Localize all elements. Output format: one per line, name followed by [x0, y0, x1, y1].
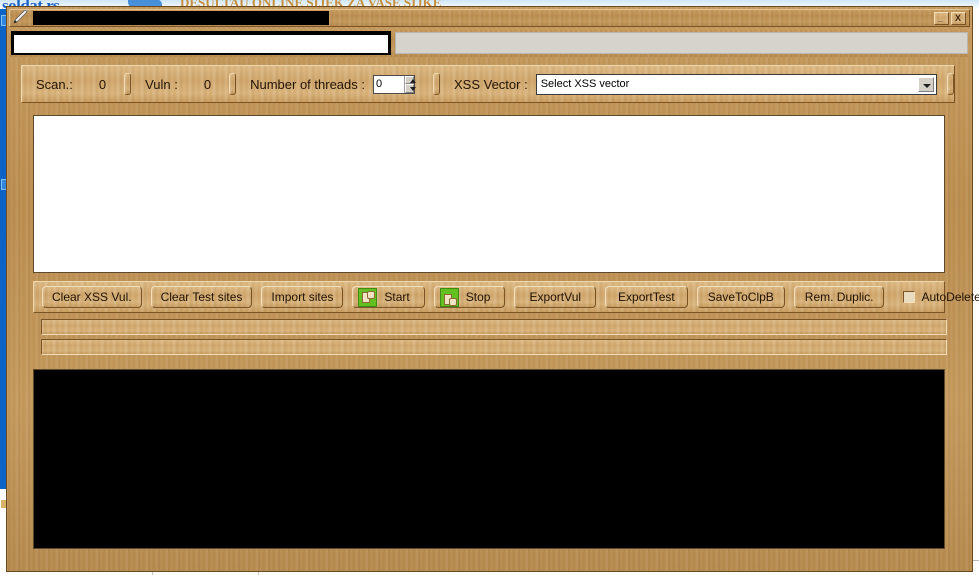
- export-vul-button[interactable]: ExportVul: [514, 286, 597, 308]
- minimize-button[interactable]: _: [934, 11, 949, 25]
- clear-xss-vul-button[interactable]: Clear XSS Vul.: [42, 286, 142, 308]
- xss-vector-selected-value: Select XSS vector: [540, 78, 630, 90]
- export-test-button[interactable]: ExportTest: [605, 286, 688, 308]
- import-sites-button[interactable]: Import sites: [261, 286, 344, 308]
- window-controls: _ X: [934, 11, 969, 25]
- close-icon: X: [955, 12, 962, 23]
- spin-up-icon[interactable]: [404, 75, 416, 84]
- toolbar-separator: [124, 73, 132, 95]
- stop-button[interactable]: Stop: [433, 286, 506, 308]
- save-to-clipboard-button[interactable]: SaveToClpB: [696, 286, 785, 308]
- vuln-label: Vuln :: [145, 76, 178, 92]
- results-list[interactable]: [33, 115, 945, 273]
- address-row: [9, 29, 970, 57]
- autodelete-checkbox-group[interactable]: AutoDelete: [903, 290, 979, 304]
- autodelete-label: AutoDelete: [921, 290, 979, 304]
- toolbar-separator: [229, 73, 237, 95]
- window-title-box: [33, 11, 329, 25]
- thumbs-up-icon: [358, 287, 378, 307]
- address-frame: [11, 31, 391, 55]
- scan-value: 0: [98, 76, 107, 92]
- button-label: Clear XSS Vul.: [52, 290, 132, 304]
- threads-label: Number of threads :: [250, 76, 365, 92]
- options-toolbar: Scan.: 0 Vuln : 0 Number of threads : XS…: [21, 65, 955, 103]
- address-input[interactable]: [14, 35, 388, 53]
- toolbar-separator: [947, 73, 954, 95]
- progress-bar-primary: [41, 319, 947, 335]
- button-label: ExportVul: [529, 290, 582, 304]
- threads-stepper[interactable]: [372, 74, 416, 94]
- vuln-value: 0: [203, 76, 212, 92]
- progress-bar-secondary: [41, 339, 947, 355]
- toolbar-separator: [432, 73, 440, 95]
- address-row-filler: [395, 32, 968, 54]
- button-label: Start: [384, 290, 410, 304]
- button-label: Stop: [465, 290, 491, 304]
- scan-label: Scan.:: [36, 76, 73, 92]
- application-window: _ X Scan.: 0 Vuln : 0 Number of threads …: [6, 6, 979, 572]
- xss-vector-label: XSS Vector :: [453, 76, 528, 92]
- console-output[interactable]: [33, 369, 945, 549]
- button-label: Import sites: [271, 290, 334, 304]
- action-toolbar: Clear XSS Vul. Clear Test sites Import s…: [33, 281, 979, 313]
- pen-icon: [11, 9, 31, 26]
- title-bar[interactable]: _ X: [9, 9, 970, 27]
- close-button[interactable]: X: [951, 11, 966, 25]
- threads-spin-buttons: [403, 75, 416, 93]
- chevron-down-icon[interactable]: [918, 76, 934, 92]
- thumbs-down-icon: [439, 287, 459, 307]
- button-label: Clear Test sites: [160, 290, 243, 304]
- start-button[interactable]: Start: [352, 286, 425, 308]
- autodelete-checkbox[interactable]: [903, 291, 916, 303]
- remove-duplicates-button[interactable]: Rem. Duplic.: [793, 286, 885, 308]
- button-label: Rem. Duplic.: [804, 290, 874, 304]
- xss-vector-select[interactable]: Select XSS vector: [535, 73, 937, 95]
- threads-input[interactable]: [373, 75, 404, 93]
- minimize-icon: _: [938, 12, 944, 23]
- clear-test-sites-button[interactable]: Clear Test sites: [150, 286, 253, 308]
- spin-down-icon[interactable]: [404, 84, 416, 93]
- button-label: SaveToClpB: [707, 290, 774, 304]
- button-label: ExportTest: [618, 290, 675, 304]
